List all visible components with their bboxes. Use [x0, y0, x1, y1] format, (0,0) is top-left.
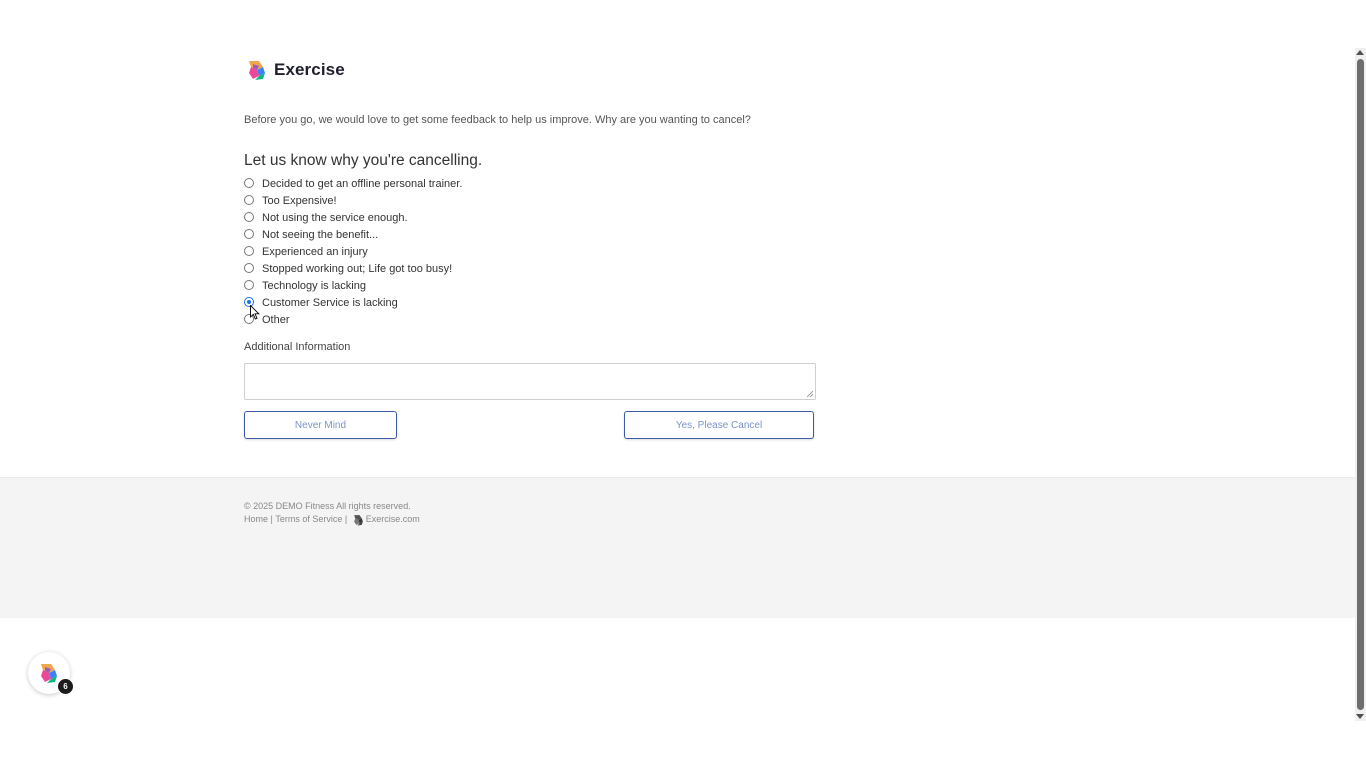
notification-badge: 6: [57, 678, 74, 695]
form-heading: Let us know why you're cancelling.: [244, 152, 483, 169]
copyright-text: © 2025 DEMO Fitness All rights reserved.: [244, 501, 411, 511]
exercise-logo-icon: [41, 664, 57, 683]
scroll-up-arrow-icon[interactable]: [1356, 50, 1364, 55]
radio-button[interactable]: [244, 228, 254, 239]
cancel-reason-option[interactable]: Too Expensive!: [244, 192, 816, 209]
cancel-reason-label: Not using the service enough.: [262, 211, 408, 224]
cancel-reason-label: Customer Service is lacking: [262, 296, 398, 309]
brand-name: Exercise: [274, 60, 345, 79]
cancel-reason-label: Not seeing the benefit...: [262, 228, 379, 241]
cancel-reason-option[interactable]: Stopped working out; Life got too busy!: [244, 260, 816, 277]
brand-header: Exercise: [244, 56, 816, 84]
radio-button[interactable]: [244, 211, 254, 222]
cancel-reason-option[interactable]: Decided to get an offline personal train…: [244, 175, 816, 192]
radio-button[interactable]: [244, 262, 254, 273]
cancel-form: Exercise Before you go, we would love to…: [244, 56, 816, 441]
footer-terms-link[interactable]: Terms of Service: [275, 513, 342, 526]
form-actions: Never Mind Yes, Please Cancel: [244, 411, 816, 441]
footer: © 2025 DEMO Fitness All rights reserved.…: [0, 477, 1355, 618]
cancel-reason-option[interactable]: Not seeing the benefit...: [244, 226, 816, 243]
footer-separator: |: [268, 514, 276, 524]
cancel-reason-label: Stopped working out; Life got too busy!: [262, 262, 453, 275]
mouse-cursor-icon: [250, 305, 260, 320]
chat-widget-button[interactable]: 6: [28, 652, 74, 695]
footer-separator: |: [342, 514, 350, 524]
vertical-scrollbar[interactable]: [1355, 48, 1366, 721]
never-mind-button[interactable]: Never Mind: [244, 411, 397, 439]
radio-button[interactable]: [244, 279, 254, 290]
intro-text: Before you go, we would love to get some…: [244, 114, 751, 126]
scroll-down-arrow-icon[interactable]: [1356, 714, 1364, 719]
exercise-logo-icon: [353, 514, 363, 525]
footer-site-link[interactable]: Exercise.com: [366, 513, 420, 526]
footer-links: Home | Terms of Service | Exercise.com: [244, 513, 420, 526]
scroll-thumb[interactable]: [1357, 59, 1364, 710]
exercise-logo-icon: [249, 61, 265, 80]
radio-button[interactable]: [244, 194, 254, 205]
cancel-reason-label: Other: [262, 313, 290, 326]
footer-home-link[interactable]: Home: [244, 513, 268, 526]
cancel-reason-option[interactable]: Not using the service enough.: [244, 209, 816, 226]
cancel-reason-option[interactable]: Technology is lacking: [244, 277, 816, 294]
cancel-reason-label: Decided to get an offline personal train…: [262, 177, 463, 190]
cancel-reason-label: Technology is lacking: [262, 279, 366, 292]
cancel-reason-option[interactable]: Customer Service is lacking: [244, 294, 816, 311]
additional-info-label: Additional Information: [244, 341, 351, 353]
cancel-reason-label: Experienced an injury: [262, 245, 368, 258]
radio-button[interactable]: [244, 245, 254, 256]
resize-grip-icon[interactable]: [807, 391, 813, 397]
cancel-reason-list: Decided to get an offline personal train…: [244, 175, 816, 328]
cancel-reason-option[interactable]: Other: [244, 311, 816, 328]
cancel-reason-label: Too Expensive!: [262, 194, 337, 207]
page: Exercise Before you go, we would love to…: [0, 0, 1366, 768]
radio-button[interactable]: [244, 177, 254, 188]
cancel-reason-option[interactable]: Experienced an injury: [244, 243, 816, 260]
footer-content: © 2025 DEMO Fitness All rights reserved.…: [244, 500, 420, 526]
confirm-cancel-button[interactable]: Yes, Please Cancel: [624, 411, 814, 439]
additional-info-textarea[interactable]: [244, 363, 816, 400]
